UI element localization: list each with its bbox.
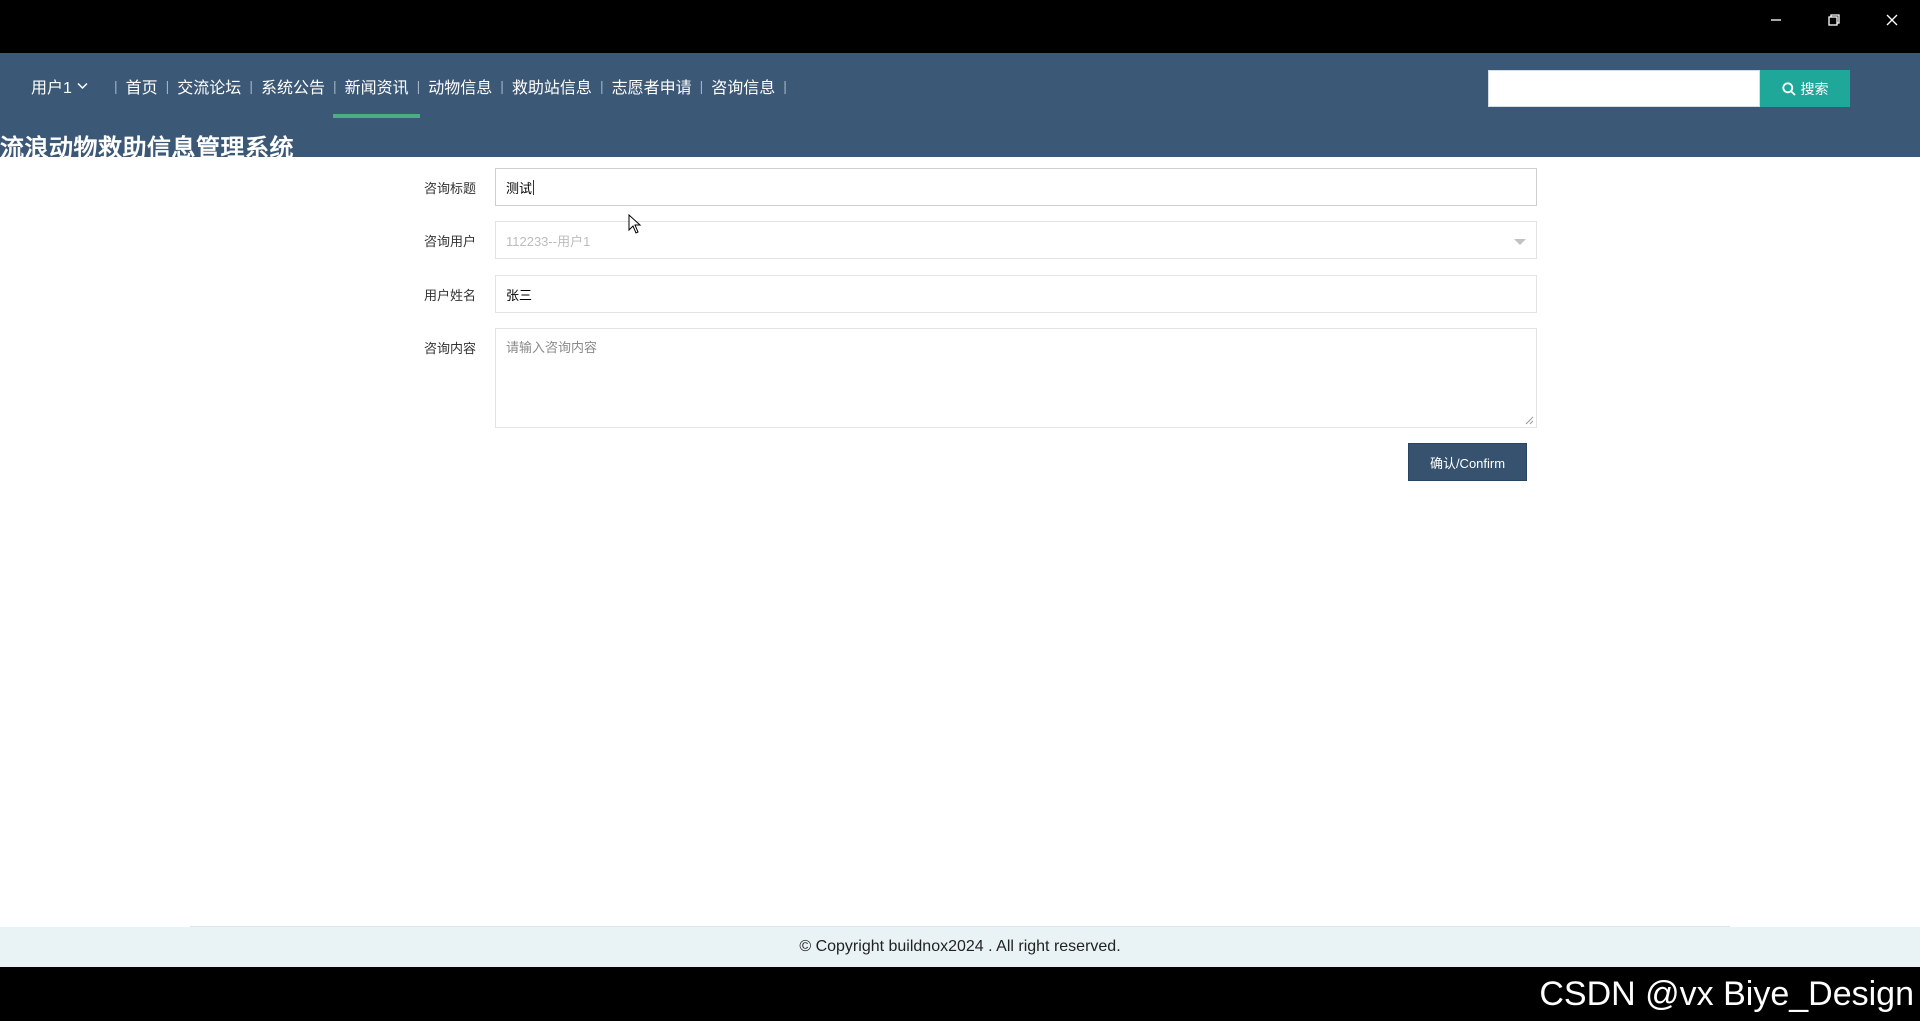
- nav-separator: |: [165, 78, 170, 94]
- search-icon: [1781, 81, 1796, 96]
- search-button[interactable]: 搜索: [1760, 70, 1850, 107]
- user-select-value: 112233--用户1: [506, 233, 591, 249]
- window-titlebar: [0, 0, 1920, 53]
- nav-separator: |: [599, 78, 604, 94]
- watermark: CSDN @vx Biye_Design: [1539, 974, 1914, 1013]
- nav-item-animals[interactable]: 动物信息: [428, 74, 492, 98]
- app-root: 用户1 | 首页 | 交流论坛 | 系统公告 | 新闻资讯 | 动物信息 | 救…: [0, 0, 1920, 1021]
- title-field-value: 测试: [506, 180, 533, 196]
- confirm-button[interactable]: 确认/Confirm: [1408, 443, 1527, 481]
- nav-separator: |: [783, 78, 787, 94]
- nav-list: | 首页 | 交流论坛 | 系统公告 | 新闻资讯 | 动物信息 | 救助站信息…: [106, 74, 795, 118]
- content-label: 咨询内容: [424, 341, 477, 356]
- nav-separator: |: [332, 78, 337, 94]
- text-caret: [533, 179, 535, 195]
- search-input[interactable]: [1488, 70, 1760, 107]
- nav-separator: |: [699, 78, 704, 94]
- nav-separator: |: [500, 78, 504, 94]
- site-title: 流浪动物救助信息管理系统: [0, 135, 294, 162]
- nav-item-news[interactable]: 新闻资讯: [332, 74, 420, 118]
- name-label: 用户姓名: [424, 288, 477, 303]
- user-select[interactable]: 112233--用户1: [495, 221, 1537, 259]
- mouse-cursor-icon: [628, 214, 642, 234]
- nav-separator: |: [114, 78, 118, 94]
- search-button-label: 搜索: [1800, 80, 1829, 97]
- copyright-text: © Copyright buildnox2024 . All right res…: [799, 938, 1121, 955]
- user-menu[interactable]: 用户1: [31, 74, 88, 98]
- nav-item-volunteer[interactable]: 志愿者申请: [612, 74, 692, 98]
- nav-item-rescue-stations[interactable]: 救助站信息: [512, 74, 592, 98]
- resize-handle-icon[interactable]: [1525, 416, 1534, 425]
- restore-icon[interactable]: [1806, 0, 1862, 40]
- nav-separator: |: [416, 78, 421, 94]
- main-navbar: 用户1 | 首页 | 交流论坛 | 系统公告 | 新闻资讯 | 动物信息 | 救…: [0, 53, 1920, 162]
- title-field[interactable]: 测试: [495, 168, 1537, 206]
- footer: © Copyright buildnox2024 . All right res…: [0, 927, 1920, 967]
- user-label: 咨询用户: [424, 234, 477, 249]
- caret-down-icon: [1514, 239, 1526, 245]
- nav-item-announcements[interactable]: 系统公告: [261, 74, 325, 98]
- close-icon[interactable]: [1864, 0, 1920, 40]
- name-field-value: 张三: [506, 287, 533, 303]
- chevron-down-icon: [77, 82, 88, 90]
- nav-item-home[interactable]: 首页: [126, 74, 158, 98]
- content-textarea[interactable]: 请输入咨询内容: [495, 328, 1537, 428]
- minimize-icon[interactable]: [1748, 0, 1804, 40]
- content-placeholder: 请输入咨询内容: [506, 340, 598, 355]
- name-field[interactable]: 张三: [495, 275, 1537, 313]
- nav-item-consultation[interactable]: 咨询信息: [711, 74, 775, 98]
- user-menu-label: 用户1: [31, 80, 72, 97]
- nav-separator: |: [249, 78, 253, 94]
- title-label: 咨询标题: [424, 181, 477, 196]
- nav-item-forum[interactable]: 交流论坛: [177, 74, 241, 98]
